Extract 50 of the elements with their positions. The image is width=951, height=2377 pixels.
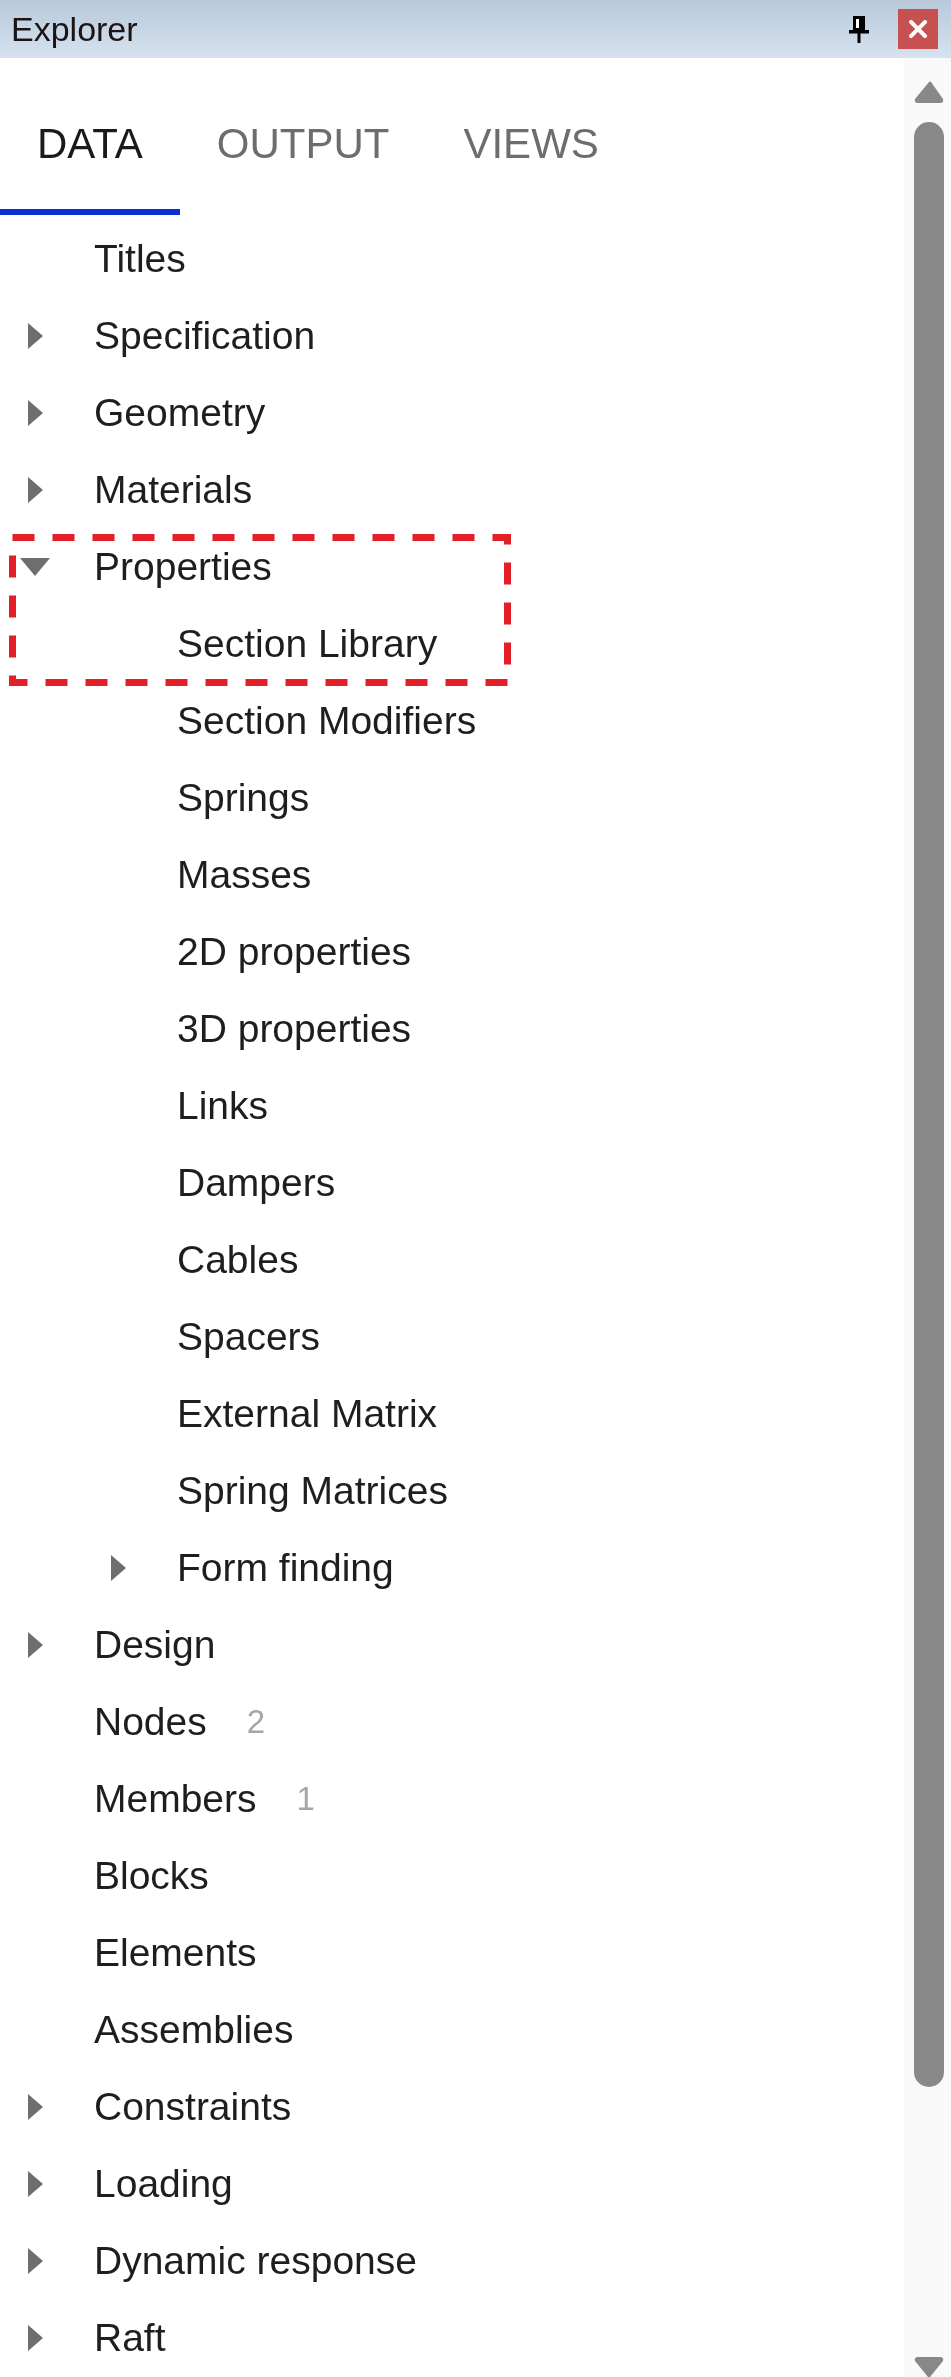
tab[interactable]: DATA [0, 118, 180, 215]
close-button[interactable] [898, 9, 938, 49]
tree-item[interactable]: Dynamic response [94, 2237, 417, 2284]
caret-icon[interactable] [27, 2170, 43, 2197]
tree-item[interactable]: Design [94, 1621, 216, 1668]
tree-item[interactable]: External Matrix [177, 1390, 438, 1437]
tree-item[interactable]: Masses [177, 851, 312, 898]
up-arrow-icon[interactable] [914, 80, 944, 103]
tree-item[interactable]: Blocks [94, 1852, 209, 1899]
tree-item[interactable]: Nodes [94, 1698, 207, 1745]
close-icon [909, 20, 927, 38]
tree-item[interactable]: Constraints [94, 2083, 292, 2130]
caret-icon[interactable] [27, 2324, 43, 2351]
caret-icon[interactable] [27, 322, 43, 349]
tree-item[interactable]: 2D properties [177, 928, 412, 975]
tree-item[interactable]: Loading [94, 2160, 233, 2207]
tab[interactable]: VIEWS [426, 118, 636, 215]
item-count: 1 [296, 1778, 315, 1819]
pin-icon[interactable] [848, 15, 870, 43]
tree-item[interactable]: Dampers [177, 1159, 336, 1206]
down-arrow-icon[interactable] [914, 2357, 944, 2377]
tree-item[interactable]: Properties [94, 543, 272, 590]
tree-item[interactable]: Links [177, 1082, 269, 1129]
tree-item[interactable]: Spacers [177, 1313, 321, 1360]
caret-icon[interactable] [110, 1554, 126, 1581]
caret-icon[interactable] [27, 2093, 43, 2120]
tree-item[interactable]: Cables [177, 1236, 299, 1283]
tree-item[interactable]: Materials [94, 466, 253, 513]
tree-item[interactable]: Spring Matrices [177, 1467, 448, 1514]
tree-item[interactable]: Springs [177, 774, 310, 821]
caret-icon[interactable] [27, 1631, 43, 1658]
tree-item[interactable]: Section Library [177, 620, 438, 667]
window-title: Explorer [11, 9, 138, 49]
tree-item[interactable]: Specification [94, 312, 316, 359]
scrollbar-thumb[interactable] [914, 122, 944, 2087]
tree-item[interactable]: Form finding [177, 1544, 394, 1591]
tree-item[interactable]: Elements [94, 1929, 257, 1976]
tree-item[interactable]: Section Modifiers [177, 697, 477, 744]
tree-item[interactable]: 3D properties [177, 1005, 412, 1052]
tree-item[interactable]: Geometry [94, 389, 266, 436]
tree-item[interactable]: Members [94, 1775, 257, 1822]
tree-item[interactable]: Titles [94, 235, 186, 282]
tree-item[interactable]: Assemblies [94, 2006, 294, 2053]
tab[interactable]: OUTPUT [179, 118, 427, 215]
caret-icon[interactable] [27, 399, 43, 426]
tree-item[interactable]: Raft [94, 2314, 166, 2361]
item-count: 2 [246, 1701, 266, 1742]
caret-icon[interactable] [20, 557, 50, 576]
caret-icon[interactable] [27, 2247, 43, 2274]
caret-icon[interactable] [27, 476, 43, 503]
